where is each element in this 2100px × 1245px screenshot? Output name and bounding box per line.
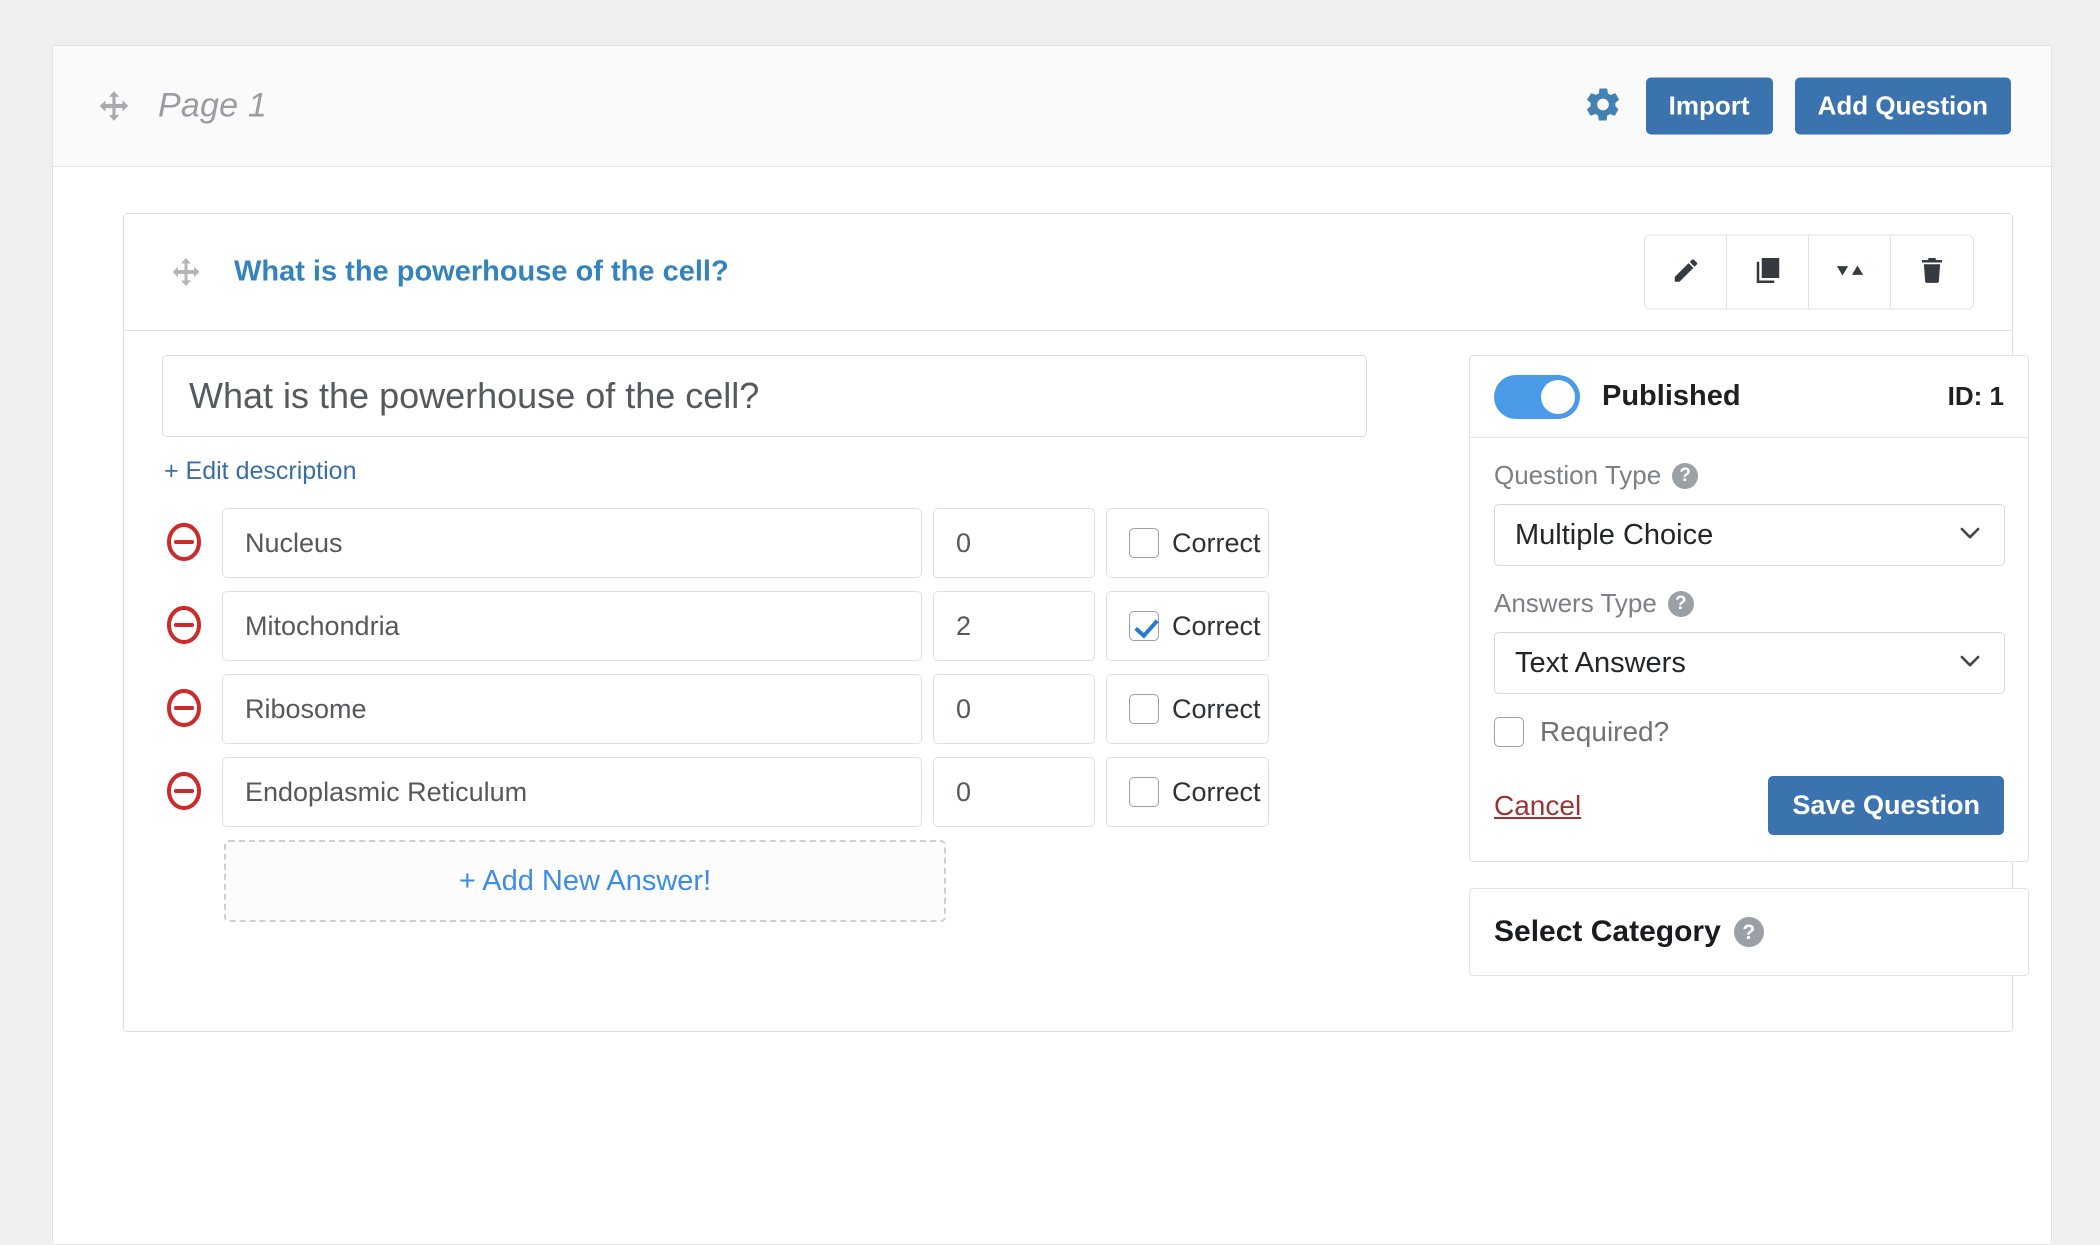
remove-answer-button[interactable] <box>162 770 206 814</box>
settings-body: Question Type ? Multiple Choice Answers … <box>1470 438 2028 861</box>
required-row[interactable]: Required? <box>1494 716 2004 748</box>
settings-footer: Cancel Save Question <box>1494 776 2004 835</box>
page-container: Page 1 Import Add Question What is the p… <box>52 45 2052 1245</box>
add-question-button[interactable]: Add Question <box>1794 77 2011 135</box>
answer-text-input[interactable] <box>222 591 922 661</box>
save-question-button[interactable]: Save Question <box>1768 776 2004 835</box>
duplicate-question-button[interactable] <box>1727 235 1809 309</box>
published-label: Published <box>1602 380 1741 412</box>
required-label: Required? <box>1540 716 1670 747</box>
help-icon[interactable]: ? <box>1667 590 1694 617</box>
answers-type-label-row: Answers Type ? <box>1494 588 2004 619</box>
answer-row: Correct <box>162 757 1432 827</box>
add-new-answer-label: + Add New Answer! <box>458 864 712 897</box>
page-header: Page 1 Import Add Question <box>53 46 2051 167</box>
question-card-header: What is the powerhouse of the cell? <box>124 214 2012 331</box>
answer-correct-toggle[interactable]: Correct <box>1106 508 1269 578</box>
question-action-buttons <box>1644 234 1974 310</box>
import-button[interactable]: Import <box>1645 77 1773 135</box>
answer-points-input[interactable] <box>933 591 1095 661</box>
correct-checkbox[interactable] <box>1129 777 1159 807</box>
question-type-label: Question Type <box>1494 460 1662 490</box>
select-category-panel: Select Category ? <box>1469 888 2029 976</box>
answer-correct-toggle[interactable]: Correct <box>1106 674 1269 744</box>
page-title: Page 1 <box>158 86 267 125</box>
required-checkbox[interactable] <box>1494 717 1524 747</box>
cancel-button[interactable]: Cancel <box>1494 790 1581 822</box>
question-id-label: ID: 1 <box>1947 381 2004 411</box>
answers-type-label: Answers Type <box>1494 588 1657 618</box>
correct-label: Correct <box>1172 610 1261 641</box>
delete-question-button[interactable] <box>1891 235 1973 309</box>
minus-circle-icon <box>162 769 206 816</box>
answer-points-input[interactable] <box>933 674 1095 744</box>
minus-circle-icon <box>162 603 206 650</box>
move-icon[interactable] <box>170 256 202 288</box>
move-icon[interactable] <box>97 89 131 123</box>
answers-type-value: Text Answers <box>1515 646 1686 679</box>
minus-circle-icon <box>162 686 206 733</box>
answers-list: Correct <box>162 508 1432 922</box>
answer-text-input[interactable] <box>222 508 922 578</box>
add-new-answer-button[interactable]: + Add New Answer! <box>224 840 946 922</box>
select-category-label: Select Category <box>1494 915 1721 948</box>
question-settings-column: Published ID: 1 Question Type ? Multiple… <box>1469 355 2029 976</box>
answers-type-select[interactable]: Text Answers <box>1494 632 2005 694</box>
page-header-actions: Import Add Question <box>1582 77 2011 135</box>
answer-correct-toggle[interactable]: Correct <box>1106 591 1269 661</box>
remove-answer-button[interactable] <box>162 687 206 731</box>
gear-icon <box>1583 85 1623 128</box>
published-row: Published ID: 1 <box>1470 356 2028 438</box>
settings-gear-button[interactable] <box>1582 85 1624 127</box>
question-card: What is the powerhouse of the cell? What… <box>123 213 2029 1032</box>
answer-text-input[interactable] <box>222 674 922 744</box>
copy-icon <box>1753 256 1783 289</box>
help-icon[interactable]: ? <box>1733 917 1764 947</box>
correct-label: Correct <box>1172 693 1261 724</box>
question-card-body: + Edit description <box>124 331 2029 1031</box>
published-toggle[interactable] <box>1494 374 1580 419</box>
edit-question-button[interactable] <box>1645 235 1727 309</box>
toggle-knob <box>1541 379 1575 414</box>
edit-description-link[interactable]: + Edit description <box>164 457 356 486</box>
answer-row: Correct <box>162 674 1432 744</box>
answer-row: Correct <box>162 591 1432 661</box>
reorder-question-button[interactable] <box>1809 235 1891 309</box>
trash-icon <box>1917 256 1947 289</box>
question-type-select[interactable]: Multiple Choice <box>1494 504 2005 566</box>
chevron-down-icon <box>1956 519 1984 552</box>
help-icon[interactable]: ? <box>1672 462 1699 489</box>
pencil-icon <box>1671 256 1701 289</box>
answer-correct-toggle[interactable]: Correct <box>1106 757 1269 827</box>
sort-icon <box>1835 256 1865 289</box>
correct-checkbox[interactable] <box>1129 528 1159 558</box>
correct-label: Correct <box>1172 527 1261 558</box>
correct-label: Correct <box>1172 776 1261 807</box>
remove-answer-button[interactable] <box>162 521 206 565</box>
question-settings-panel: Published ID: 1 Question Type ? Multiple… <box>1469 355 2029 862</box>
answer-points-input[interactable] <box>933 757 1095 827</box>
question-edit-column: + Edit description <box>162 355 1432 922</box>
correct-checkbox[interactable] <box>1129 611 1159 641</box>
chevron-down-icon <box>1956 647 1984 680</box>
remove-answer-button[interactable] <box>162 604 206 648</box>
question-title-input[interactable] <box>162 355 1367 437</box>
question-type-value: Multiple Choice <box>1515 518 1714 551</box>
minus-circle-icon <box>162 520 206 567</box>
answer-points-input[interactable] <box>933 508 1095 578</box>
question-type-label-row: Question Type ? <box>1494 460 2004 491</box>
answer-text-input[interactable] <box>222 757 922 827</box>
select-category-header: Select Category ? <box>1494 915 2004 949</box>
answer-row: Correct <box>162 508 1432 578</box>
question-card-title: What is the powerhouse of the cell? <box>234 255 729 288</box>
correct-checkbox[interactable] <box>1129 694 1159 724</box>
